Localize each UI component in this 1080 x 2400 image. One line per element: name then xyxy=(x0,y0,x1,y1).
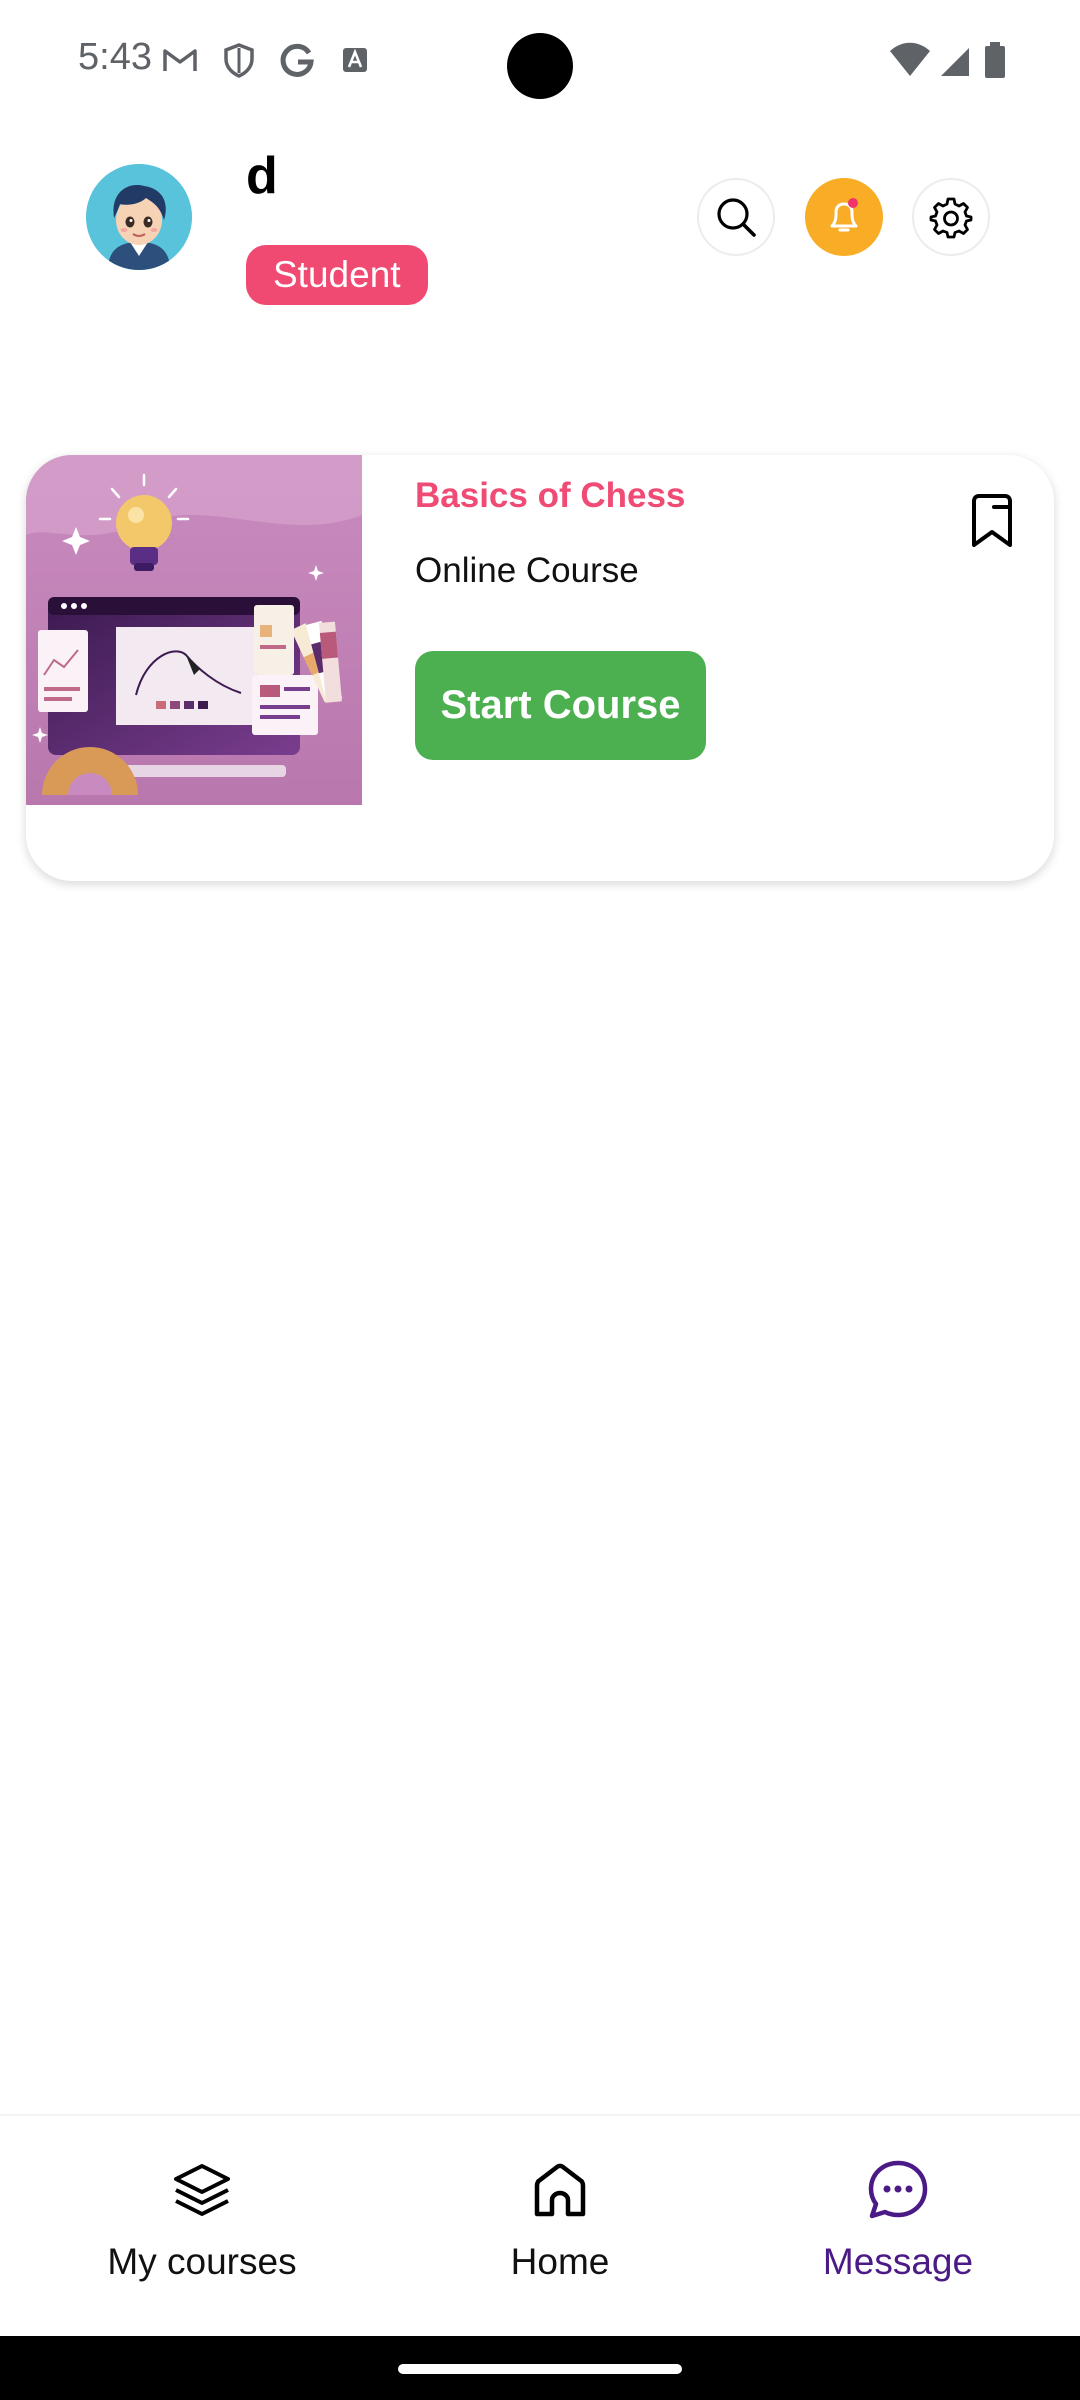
nav-label-home: Home xyxy=(510,2241,610,2282)
wifi-icon xyxy=(890,42,930,76)
home-icon xyxy=(534,2163,586,2217)
course-title[interactable]: Basics of Chess xyxy=(415,476,685,516)
course-thumbnail xyxy=(26,455,362,805)
nav-label-my-courses: My courses xyxy=(107,2241,297,2282)
gear-icon xyxy=(929,197,973,239)
layers-icon xyxy=(174,2164,230,2216)
gmail-icon xyxy=(163,49,197,71)
font-icon xyxy=(343,48,367,72)
signal-icon xyxy=(941,48,969,76)
status-time: 5:43 xyxy=(78,36,152,78)
course-type: Online Course xyxy=(415,551,639,590)
shield-icon xyxy=(224,43,254,78)
notifications-button[interactable] xyxy=(805,178,883,256)
user-name: d xyxy=(246,147,278,205)
bell-icon xyxy=(830,198,858,232)
avatar[interactable] xyxy=(86,164,192,270)
chat-icon xyxy=(868,2160,928,2219)
screen: 5:43 d Student Basics of Chess Online Co… xyxy=(0,0,1080,2400)
avatar-illustration xyxy=(86,164,192,270)
search-icon xyxy=(717,198,756,237)
nav-item-my-courses[interactable]: My courses xyxy=(52,2116,352,2338)
start-course-button[interactable]: Start Course xyxy=(415,651,706,760)
status-bar: 5:43 xyxy=(0,0,1080,120)
course-illustration xyxy=(26,455,362,805)
bookmark-icon[interactable] xyxy=(968,493,1016,549)
bottom-navigation: My courses Home Message xyxy=(0,2114,1080,2338)
settings-button[interactable] xyxy=(912,178,990,256)
nav-item-message[interactable]: Message xyxy=(748,2116,1048,2338)
role-badge: Student xyxy=(246,245,428,305)
home-gesture-handle[interactable] xyxy=(398,2364,682,2374)
google-icon xyxy=(280,43,314,77)
camera-cutout xyxy=(507,33,573,99)
nav-label-message: Message xyxy=(822,2241,974,2282)
course-card[interactable]: Basics of Chess Online Course Start Cour… xyxy=(26,455,1054,881)
search-button[interactable] xyxy=(697,178,775,256)
nav-item-home[interactable]: Home xyxy=(410,2116,710,2338)
battery-icon xyxy=(985,42,1005,78)
